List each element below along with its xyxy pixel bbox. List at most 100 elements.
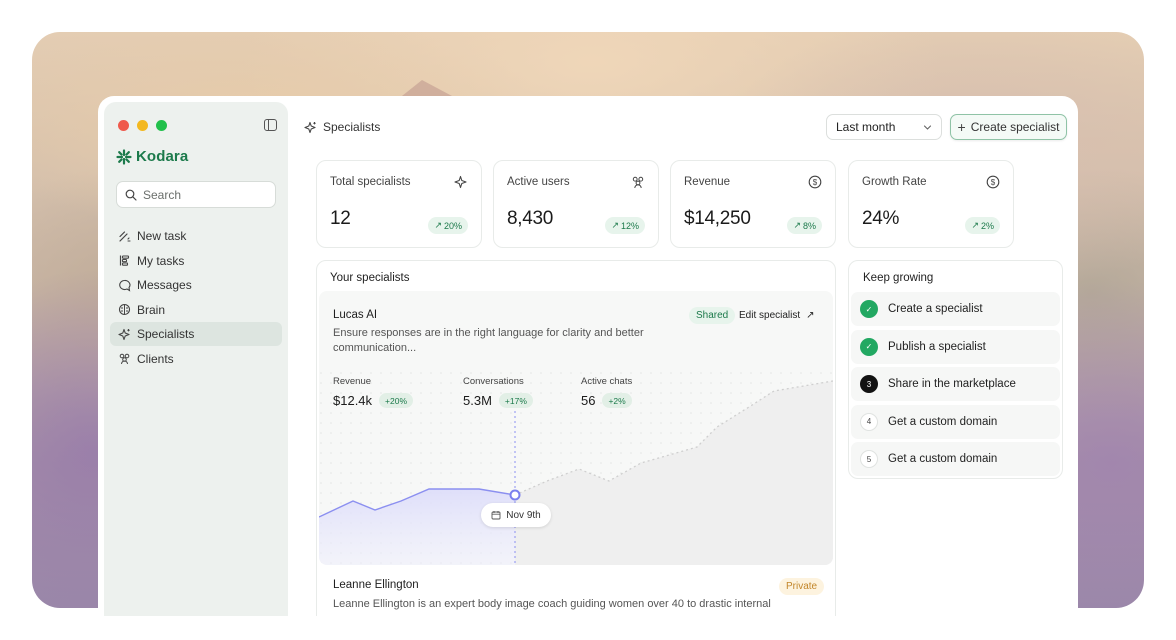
sidebar-toggle-icon[interactable]: [264, 119, 277, 131]
dollar-icon: $: [808, 175, 822, 189]
sidebar-item-messages[interactable]: Messages: [110, 273, 282, 297]
step-label: Create a specialist: [888, 303, 983, 315]
metric-label: Active chats: [581, 376, 633, 387]
chevron-down-icon: [923, 124, 932, 130]
step-label: Publish a specialist: [888, 340, 986, 353]
sidebar-item-clients[interactable]: Clients: [110, 347, 282, 371]
search-icon: [125, 189, 137, 201]
create-specialist-label: Create specialist: [970, 120, 1060, 134]
chart-cursor-point[interactable]: [509, 489, 521, 501]
trend-up-icon: ↗: [434, 220, 442, 230]
sparkle-icon: [454, 175, 468, 189]
tasks-icon: [119, 255, 130, 266]
trend-up-icon: ↗: [611, 220, 619, 230]
step-number: 4: [860, 412, 878, 431]
period-dropdown[interactable]: Last month: [826, 114, 942, 140]
chart-date-tooltip: Nov 9th: [481, 503, 551, 527]
app-window: Kodara New task My tasks Messages Brain: [98, 96, 1078, 616]
page-title-text: Specialists: [323, 120, 381, 134]
stat-card-active-users: Active users 8,430 ↗ 12%: [493, 160, 659, 248]
metric-label: Revenue: [333, 376, 372, 387]
sidebar-item-new-task[interactable]: New task: [110, 224, 282, 248]
metric-change: +20%: [379, 393, 414, 408]
close-window-button[interactable]: [118, 120, 129, 131]
step-custom-domain[interactable]: 5 Get a custom domain: [851, 442, 1060, 476]
stat-label: Revenue: [684, 176, 731, 188]
metric-conversations: Conversations 5.3M +17%: [463, 376, 533, 408]
onboarding-steps: ✓ Create a specialist ✓ Publish a specia…: [851, 292, 1060, 480]
private-badge: Private: [779, 578, 825, 595]
stat-label: Growth Rate: [862, 176, 927, 188]
edit-specialist-label: Edit specialist: [739, 310, 801, 321]
step-share-marketplace[interactable]: 3 Share in the marketplace: [851, 367, 1060, 401]
users-icon: [631, 175, 645, 189]
specialist-card-lucas-ai[interactable]: Lucas AI Shared Edit specialist ↗ Ensure…: [319, 291, 833, 565]
page-title: Specialists: [304, 120, 380, 134]
metric-value: $12.4k: [333, 393, 373, 408]
panel-title: Your specialists: [330, 272, 410, 284]
users-icon: [119, 354, 130, 365]
stat-change: 12%: [620, 220, 639, 231]
stat-change-badge: ↗ 12%: [605, 217, 645, 234]
stat-value: $14,250: [684, 208, 751, 229]
step-label: Share in the marketplace: [888, 378, 1016, 390]
keep-growing-panel: Keep growing ✓ Create a specialist ✓ Pub…: [848, 260, 1063, 479]
svg-text:$: $: [813, 178, 818, 187]
sparkle-icon: [118, 328, 130, 340]
check-icon: ✓: [860, 337, 878, 356]
edit-specialist-link[interactable]: Edit specialist ↗: [739, 310, 815, 321]
brand-logo[interactable]: Kodara: [116, 148, 188, 165]
metric-change: +17%: [498, 393, 533, 408]
sidebar-item-label: Specialists: [137, 327, 195, 342]
sidebar-item-label: Messages: [137, 278, 192, 293]
step-create-specialist[interactable]: ✓ Create a specialist: [851, 292, 1060, 326]
shared-badge: Shared: [689, 307, 736, 324]
stat-value: 12: [330, 208, 351, 229]
stat-value: 24%: [862, 208, 900, 229]
chat-icon: [119, 279, 131, 292]
step-custom-domain[interactable]: 4 Get a custom domain: [851, 404, 1060, 439]
period-value: Last month: [836, 120, 896, 134]
step-number: 3: [860, 375, 878, 393]
specialist-name[interactable]: Leanne Ellington: [333, 579, 419, 591]
stat-change-badge: ↗ 8%: [787, 217, 822, 234]
stat-card-total-specialists: Total specialists 12 ↗ 20%: [316, 160, 482, 248]
sidebar-item-my-tasks[interactable]: My tasks: [110, 249, 282, 273]
stat-value: 8,430: [507, 208, 554, 229]
chart-date: Nov 9th: [506, 509, 541, 521]
sidebar-item-label: My tasks: [137, 253, 185, 268]
sidebar-item-brain[interactable]: Brain: [110, 298, 282, 322]
sparkle-icon: [304, 121, 316, 133]
specialist-description: Ensure responses are in the right langua…: [333, 327, 644, 354]
stat-card-growth-rate: Growth Rate $ 24% ↗ 2%: [848, 160, 1014, 248]
step-number: 5: [860, 450, 878, 468]
metric-change: +2%: [602, 393, 632, 408]
create-specialist-button[interactable]: + Create specialist: [950, 114, 1067, 140]
step-publish-specialist[interactable]: ✓ Publish a specialist: [851, 329, 1060, 364]
stat-card-revenue: Revenue $ $14,250 ↗ 8%: [670, 160, 836, 248]
check-icon: ✓: [860, 300, 878, 318]
plus-icon: +: [957, 119, 966, 135]
metric-active-chats: Active chats 56 +2%: [581, 376, 632, 408]
stat-label: Active users: [507, 176, 570, 188]
search-input[interactable]: [143, 187, 263, 202]
brain-icon: [118, 304, 131, 316]
specialists-panel: Your specialists Lucas AI Shared Edit sp…: [316, 260, 836, 616]
step-label: Get a custom domain: [888, 415, 998, 428]
stat-change-badge: ↗ 20%: [428, 217, 468, 234]
pen-sparkle-icon: [119, 230, 131, 242]
calendar-icon: [491, 511, 501, 520]
specialist-description: Leanne Ellington is an expert body image…: [333, 598, 771, 610]
trend-up-icon: ↗: [971, 220, 979, 230]
maximize-window-button[interactable]: [156, 120, 167, 131]
sidebar: Kodara New task My tasks Messages Brain: [104, 102, 288, 616]
minimize-window-button[interactable]: [137, 120, 148, 131]
metric-label: Conversations: [463, 376, 524, 387]
metric-value: 5.3M: [463, 393, 492, 408]
kodara-logo-icon: [116, 148, 132, 165]
search-box[interactable]: [116, 181, 276, 208]
metric-revenue: Revenue $12.4k +20%: [333, 376, 414, 408]
arrow-up-right-icon: ↗: [806, 310, 815, 321]
sidebar-item-specialists[interactable]: Specialists: [110, 322, 282, 347]
specialist-name: Lucas AI: [333, 309, 378, 321]
